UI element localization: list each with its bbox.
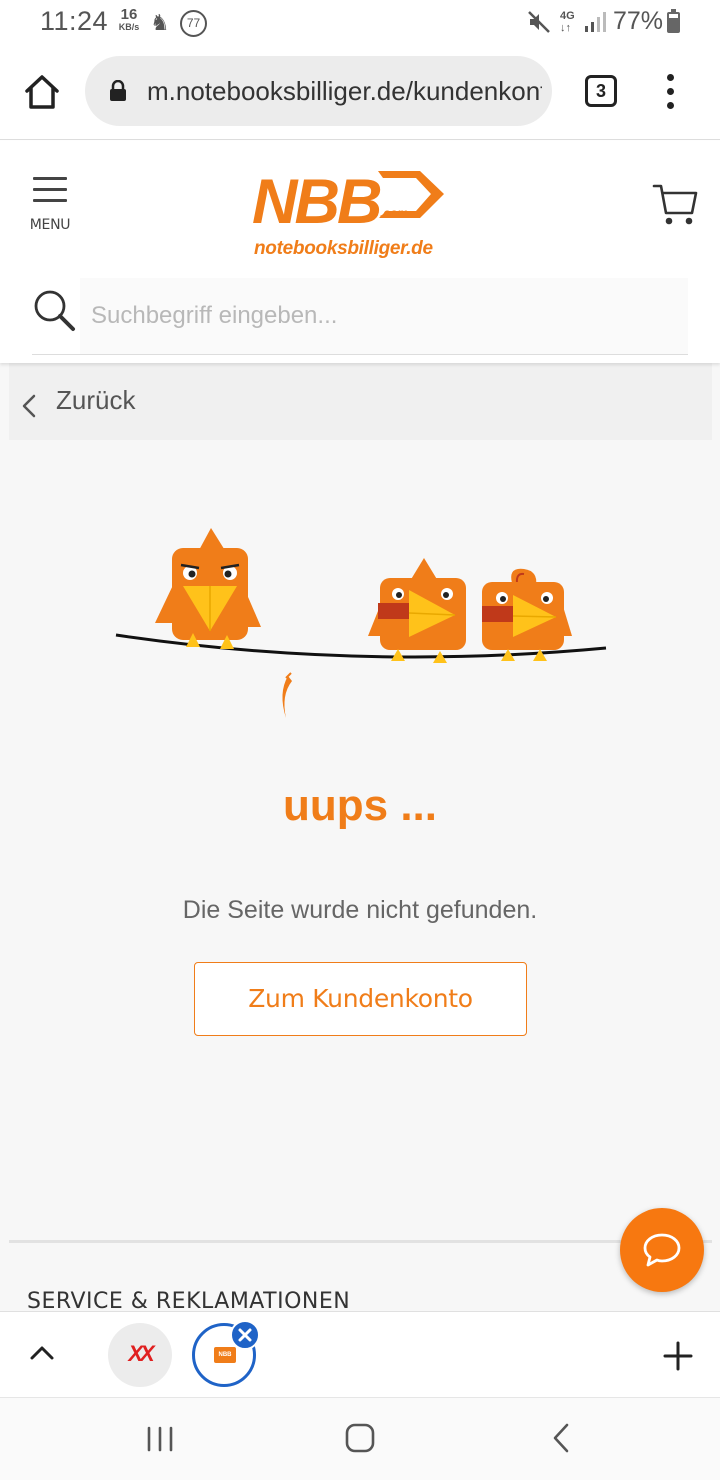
footer-divider [9, 1240, 712, 1243]
main-content: Zurück uups ... Die Seite wurde nicht ge… [0, 363, 720, 1311]
plus-icon[interactable] [662, 1340, 694, 1372]
nav-home-icon[interactable] [344, 1422, 376, 1454]
menu-label: MENU [29, 217, 71, 233]
site-header: MENU NBB .com notebooksbilliger.de [0, 141, 720, 363]
notification-count-badge: 77 [180, 10, 207, 37]
network-speed: 16 KB/s [118, 6, 140, 32]
address-bar[interactable]: m.notebooksbilliger.de/kundenkonto [85, 56, 552, 126]
bird-middle [368, 558, 466, 663]
account-button[interactable]: Zum Kundenkonto [194, 962, 527, 1036]
menu-button[interactable]: MENU [29, 177, 71, 237]
home-icon[interactable] [22, 72, 62, 112]
menu-icon [33, 177, 67, 180]
footer-section-title[interactable]: SERVICE & REKLAMATIONEN [27, 1289, 350, 1311]
browser-toolbar: m.notebooksbilliger.de/kundenkonto 3 [0, 46, 720, 140]
error-message: Die Seite wurde nicht gefunden. [182, 896, 538, 924]
logo-main-text: NBB [252, 167, 381, 237]
battery-level: 77% [613, 7, 664, 35]
status-time: 11:24 [40, 6, 109, 36]
tab-favicon: NBB [214, 1347, 236, 1363]
chat-icon [643, 1233, 681, 1267]
search-input[interactable] [80, 278, 688, 354]
site-logo[interactable]: NBB .com notebooksbilliger.de [250, 163, 450, 263]
search-icon[interactable] [32, 288, 76, 332]
system-nav-bar [0, 1397, 720, 1480]
tab-close-button[interactable] [230, 1320, 260, 1350]
battery-icon [667, 9, 680, 33]
chat-button[interactable] [620, 1208, 704, 1292]
status-bar: 11:24 16 KB/s ♞ 77 4G ↓↑ 77% [0, 0, 720, 46]
logo-com: .com [380, 206, 408, 220]
cart-icon[interactable] [652, 183, 698, 227]
tab-favicon: XX [128, 1341, 154, 1366]
nav-back-icon[interactable] [550, 1422, 572, 1454]
search-bar [32, 278, 688, 355]
chevron-left-icon [22, 394, 36, 418]
bird-left [155, 528, 261, 649]
recent-apps-icon[interactable] [146, 1424, 174, 1454]
chevron-up-icon[interactable] [28, 1342, 56, 1362]
close-icon [238, 1328, 252, 1342]
tab-item[interactable]: XX [108, 1323, 172, 1387]
network-type: 4G ↓↑ [560, 10, 575, 34]
signal-icon [585, 12, 606, 32]
url-text[interactable]: m.notebooksbilliger.de/kundenkonto [147, 76, 542, 107]
back-link[interactable]: Zurück [9, 363, 712, 440]
tab-switcher-button[interactable]: 3 [585, 75, 617, 107]
error-illustration [115, 528, 607, 718]
error-headline: uups ... [283, 781, 437, 830]
bird-right [482, 568, 572, 661]
tab-strip: XX NBB [0, 1311, 720, 1397]
back-label: Zurück [56, 385, 136, 415]
notification-icon: ♞ [150, 10, 170, 35]
lock-icon [110, 80, 126, 101]
mute-icon [528, 11, 550, 33]
logo-domain: notebooksbilliger.de [254, 238, 433, 259]
more-options-icon[interactable] [664, 74, 678, 110]
